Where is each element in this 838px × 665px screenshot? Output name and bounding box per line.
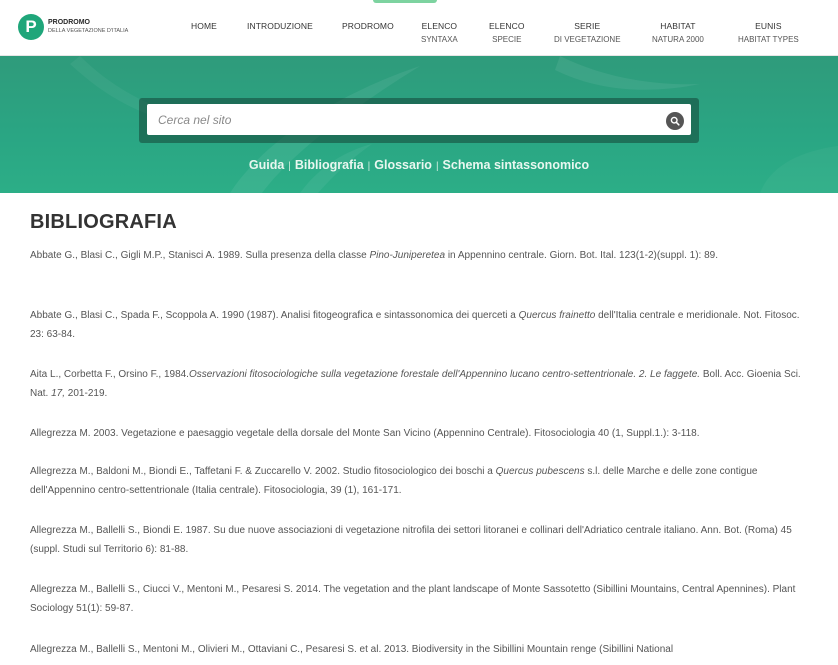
nav-prodromo[interactable]: PRODROMO: [342, 21, 394, 31]
nav-habitat-label: HABITAT: [660, 21, 696, 31]
logo-subtitle: DELLA VEGETAZIONE D'ITALIA: [48, 28, 129, 34]
nav-introduzione[interactable]: INTRODUZIONE: [247, 21, 313, 31]
main-content: BIBLIOGRAFIA Abbate G., Blasi C., Gigli …: [30, 211, 810, 655]
reference-italic-text: Osservazioni fitosociologiche sulla vege…: [188, 369, 701, 380]
nav-serie-sub: DI VEGETAZIONE: [554, 35, 621, 44]
nav-eunis-label: EUNIS: [755, 21, 782, 31]
site-logo[interactable]: P PRODROMO DELLA VEGETAZIONE D'ITALIA: [18, 14, 128, 40]
search-box: [139, 98, 699, 143]
logo-title: PRODROMO: [48, 19, 90, 26]
nav-elenco-specie-sub: SPECIE: [492, 35, 522, 44]
reference-6: Allegrezza M., Ballelli S., Ciucci V., M…: [30, 580, 810, 618]
reference-text: Allegrezza M. 2003. Vegetazione e paesag…: [30, 428, 700, 439]
nav-eunis[interactable]: EUNIS HABITAT TYPES: [738, 21, 799, 44]
logo-badge-icon: P: [18, 14, 44, 40]
nav-prodromo-label: PRODROMO: [342, 21, 394, 31]
link-guida[interactable]: Guida: [249, 158, 284, 172]
page-title: BIBLIOGRAFIA: [30, 211, 177, 233]
logo-text: PRODROMO DELLA VEGETAZIONE D'ITALIA: [48, 19, 128, 35]
nav-eunis-sub: HABITAT TYPES: [738, 35, 799, 44]
link-separator: |: [288, 161, 291, 172]
nav-elenco-specie[interactable]: ELENCO SPECIE: [489, 21, 525, 44]
hero-banner: Guida|Bibliografia|Glossario|Schema sint…: [0, 56, 838, 193]
search-button[interactable]: [666, 112, 684, 130]
search-input[interactable]: [147, 104, 691, 135]
reference-4: Allegrezza M., Baldoni M., Biondi E., Ta…: [30, 462, 810, 500]
reference-italic-text: Quercus frainetto: [518, 310, 596, 321]
reference-text: 201-219.: [65, 388, 108, 399]
nav-habitat-natura[interactable]: HABITAT NATURA 2000: [652, 21, 704, 44]
link-separator: |: [435, 161, 439, 172]
reference-text: Aita L., Corbetta F., Orsino F., 1984.: [30, 369, 189, 380]
link-separator: |: [367, 161, 371, 172]
nav-serie-vegetazione[interactable]: SERIE DI VEGETAZIONE: [554, 21, 621, 44]
nav-home[interactable]: HOME: [191, 21, 217, 31]
reference-italic-text: Quercus pubescens: [495, 466, 585, 477]
header-accent-bar: [373, 0, 437, 3]
reference-italic-text: 17,: [51, 388, 66, 399]
reference-7: Allegrezza M., Ballelli S., Mentoni M., …: [30, 640, 820, 659]
reference-3: Allegrezza M. 2003. Vegetazione e paesag…: [30, 424, 820, 443]
nav-elenco-syntaxa-sub: SYNTAXA: [421, 35, 458, 44]
link-glossario[interactable]: Glossario: [374, 158, 432, 172]
nav-home-label: HOME: [191, 21, 217, 31]
nav-introduzione-label: INTRODUZIONE: [247, 21, 313, 31]
reference-text: Allegrezza M., Ballelli S., Ciucci V., M…: [30, 584, 796, 614]
search-icon: [670, 116, 680, 126]
reference-text: Abbate G., Blasi C., Gigli M.P., Stanisc…: [30, 250, 370, 261]
nav-habitat-sub: NATURA 2000: [652, 35, 704, 44]
site-header: P PRODROMO DELLA VEGETAZIONE D'ITALIA HO…: [0, 0, 838, 56]
reference-0: Abbate G., Blasi C., Gigli M.P., Stanisc…: [30, 246, 810, 265]
nav-elenco-specie-label: ELENCO: [489, 21, 525, 31]
reference-1: Abbate G., Blasi C., Spada F., Scoppola …: [30, 306, 810, 344]
nav-elenco-syntaxa[interactable]: ELENCO SYNTAXA: [421, 21, 458, 44]
reference-text: Allegrezza M., Baldoni M., Biondi E., Ta…: [30, 466, 496, 477]
nav-serie-label: SERIE: [574, 21, 601, 31]
reference-2: Aita L., Corbetta F., Orsino F., 1984.Os…: [30, 365, 810, 403]
nav-elenco-syntaxa-label: ELENCO: [421, 21, 458, 31]
link-bibliografia[interactable]: Bibliografia: [295, 158, 364, 172]
link-schema-sintassonomico[interactable]: Schema sintassonomico: [443, 158, 590, 172]
reference-text: Allegrezza M., Ballelli S., Biondi E. 19…: [30, 525, 792, 555]
reference-text: Allegrezza M., Ballelli S., Mentoni M., …: [30, 644, 674, 655]
reference-text: Abbate G., Blasi C., Spada F., Scoppola …: [30, 310, 519, 321]
reference-5: Allegrezza M., Ballelli S., Biondi E. 19…: [30, 521, 810, 559]
reference-text: in Appennino centrale. Giorn. Bot. Ital.…: [445, 250, 718, 261]
hero-quick-links: Guida | Bibliografia | Glossario | Schema sint…: [0, 158, 838, 172]
reference-italic-text: Pino-Juniperetea: [369, 250, 446, 261]
